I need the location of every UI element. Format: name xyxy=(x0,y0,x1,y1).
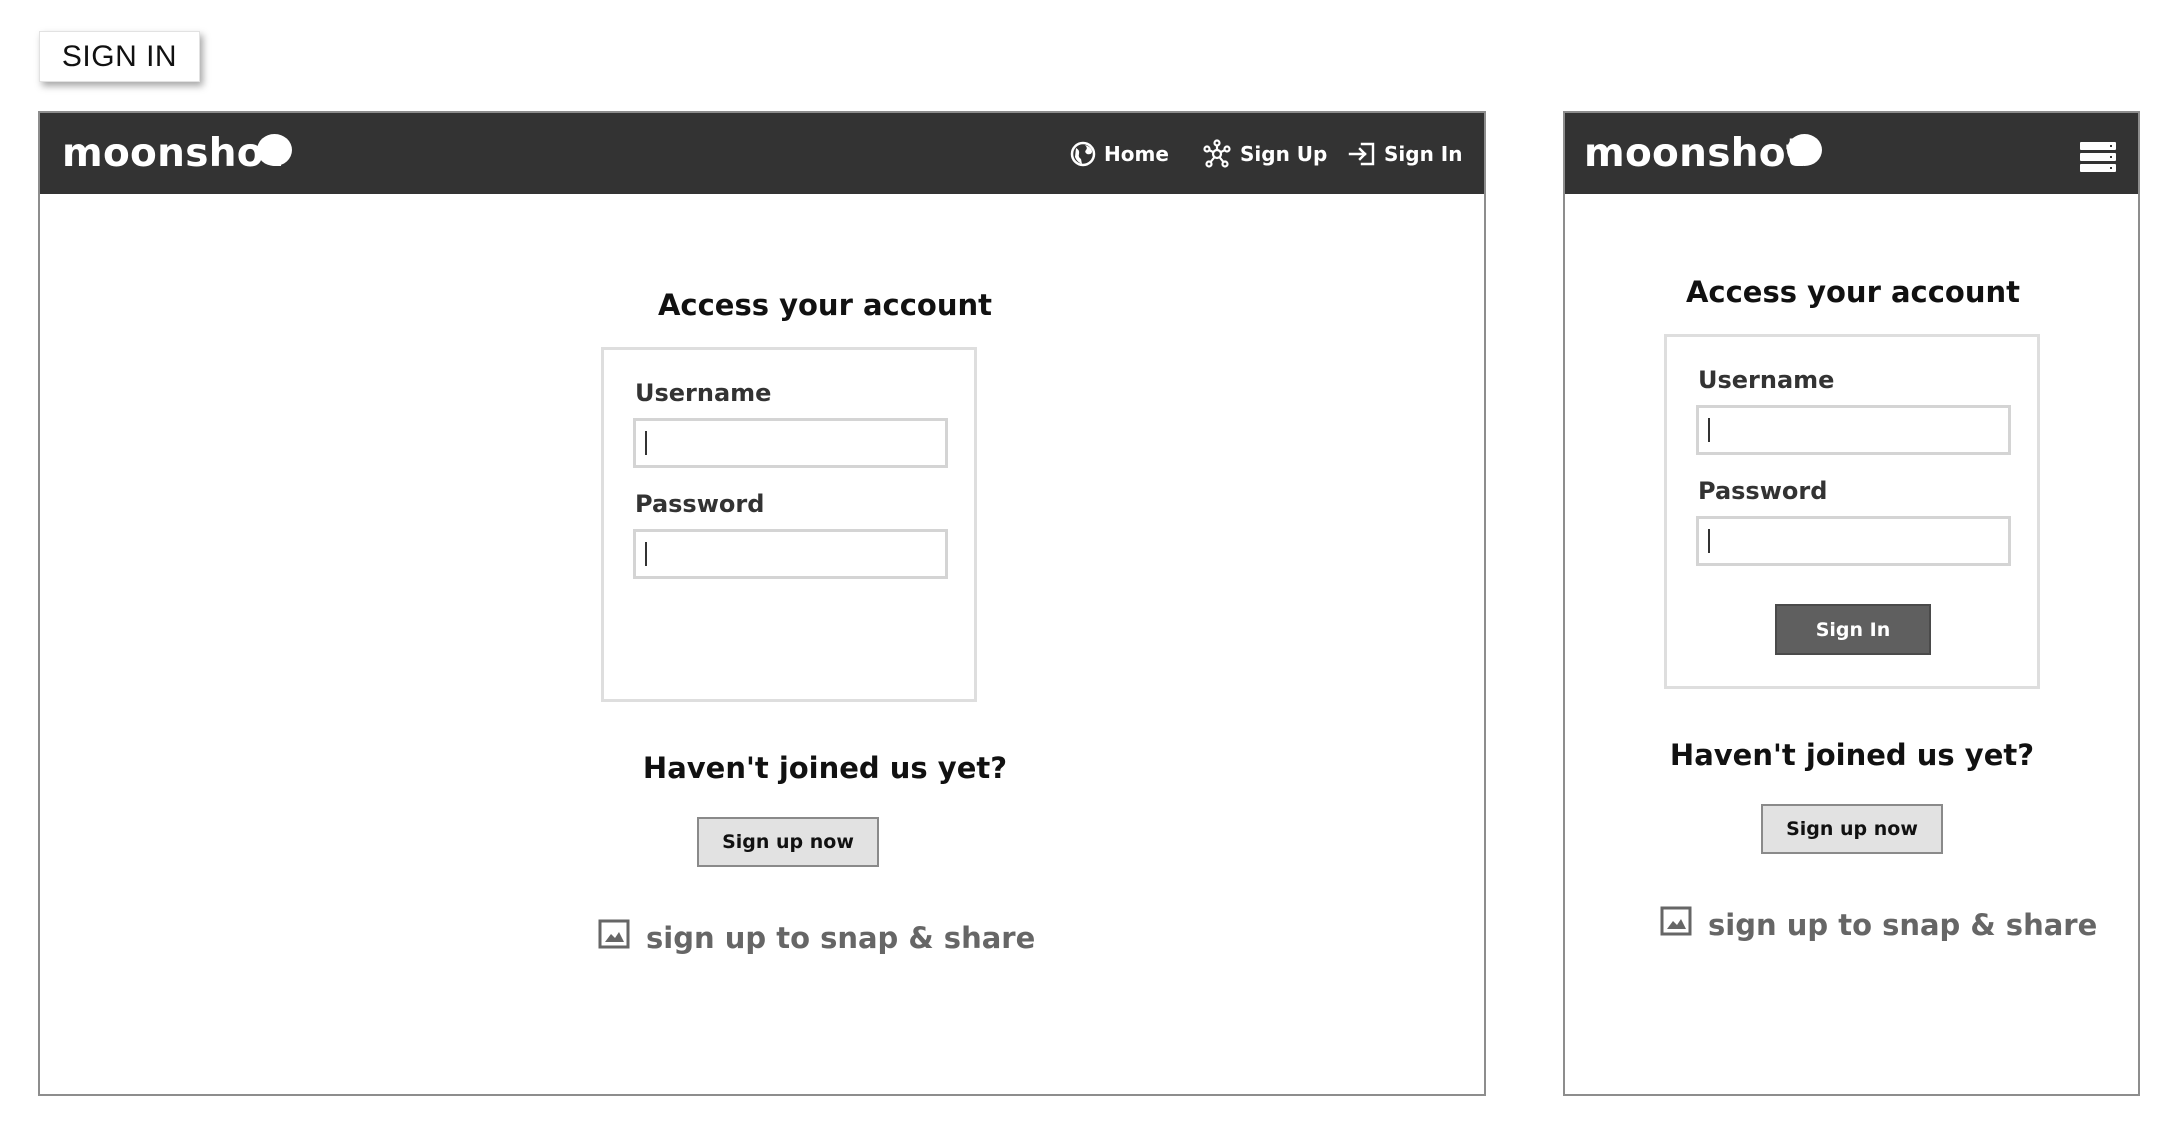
signin-form: Username Password xyxy=(601,347,977,702)
username-input[interactable] xyxy=(1696,405,2011,455)
globe-icon xyxy=(1070,141,1096,167)
snap-share-text: sign up to snap & share xyxy=(646,920,1036,955)
image-icon xyxy=(1660,906,1692,943)
join-title: Haven't joined us yet? xyxy=(642,751,1008,785)
nav-home-label: Home xyxy=(1104,141,1169,166)
desktop-frame: moonshot Home Sign Up Sign In Access you… xyxy=(38,111,1486,1096)
nav-signin[interactable]: Sign In xyxy=(1348,113,1462,194)
sign-in-arrow-icon xyxy=(1348,141,1376,167)
top-navbar-mobile: moonshot xyxy=(1565,113,2138,194)
image-icon xyxy=(598,919,630,956)
moon-logo-icon xyxy=(1787,134,1822,166)
nav-signin-label: Sign In xyxy=(1384,141,1463,166)
signin-form-title: Access your account xyxy=(657,288,992,322)
signin-form-title: Access your account xyxy=(1685,275,2020,309)
snap-share-link[interactable]: sign up to snap & share xyxy=(1660,906,2097,943)
nav-signup[interactable]: Sign Up xyxy=(1202,113,1327,194)
snap-share-text: sign up to snap & share xyxy=(1708,907,2098,942)
sign-up-now-button[interactable]: Sign up now xyxy=(697,817,879,867)
sign-in-button[interactable]: Sign In xyxy=(1775,604,1931,655)
page-label: SIGN IN xyxy=(39,31,200,82)
mobile-frame: moonshot Access your account Username Pa… xyxy=(1563,111,2140,1096)
nav-home[interactable]: Home xyxy=(1070,113,1169,194)
nav-signup-label: Sign Up xyxy=(1240,141,1328,166)
brand-logo-text[interactable]: moonshot xyxy=(1584,131,1805,176)
top-navbar: moonshot Home Sign Up Sign In xyxy=(40,113,1484,194)
password-input[interactable] xyxy=(1696,516,2011,566)
signin-form: Username Password Sign In xyxy=(1664,334,2040,689)
network-icon xyxy=(1202,138,1232,169)
moon-logo-icon xyxy=(257,134,292,166)
username-label: Username xyxy=(1698,366,1835,394)
password-label: Password xyxy=(635,490,765,518)
hamburger-menu-icon[interactable] xyxy=(2080,142,2116,172)
snap-share-link[interactable]: sign up to snap & share xyxy=(598,919,1035,956)
sign-up-now-button[interactable]: Sign up now xyxy=(1761,804,1943,854)
username-input[interactable] xyxy=(633,418,948,468)
join-title: Haven't joined us yet? xyxy=(1669,738,2035,772)
password-label: Password xyxy=(1698,477,1828,505)
username-label: Username xyxy=(635,379,772,407)
password-input[interactable] xyxy=(633,529,948,579)
brand-logo-text[interactable]: moonshot xyxy=(62,131,283,176)
